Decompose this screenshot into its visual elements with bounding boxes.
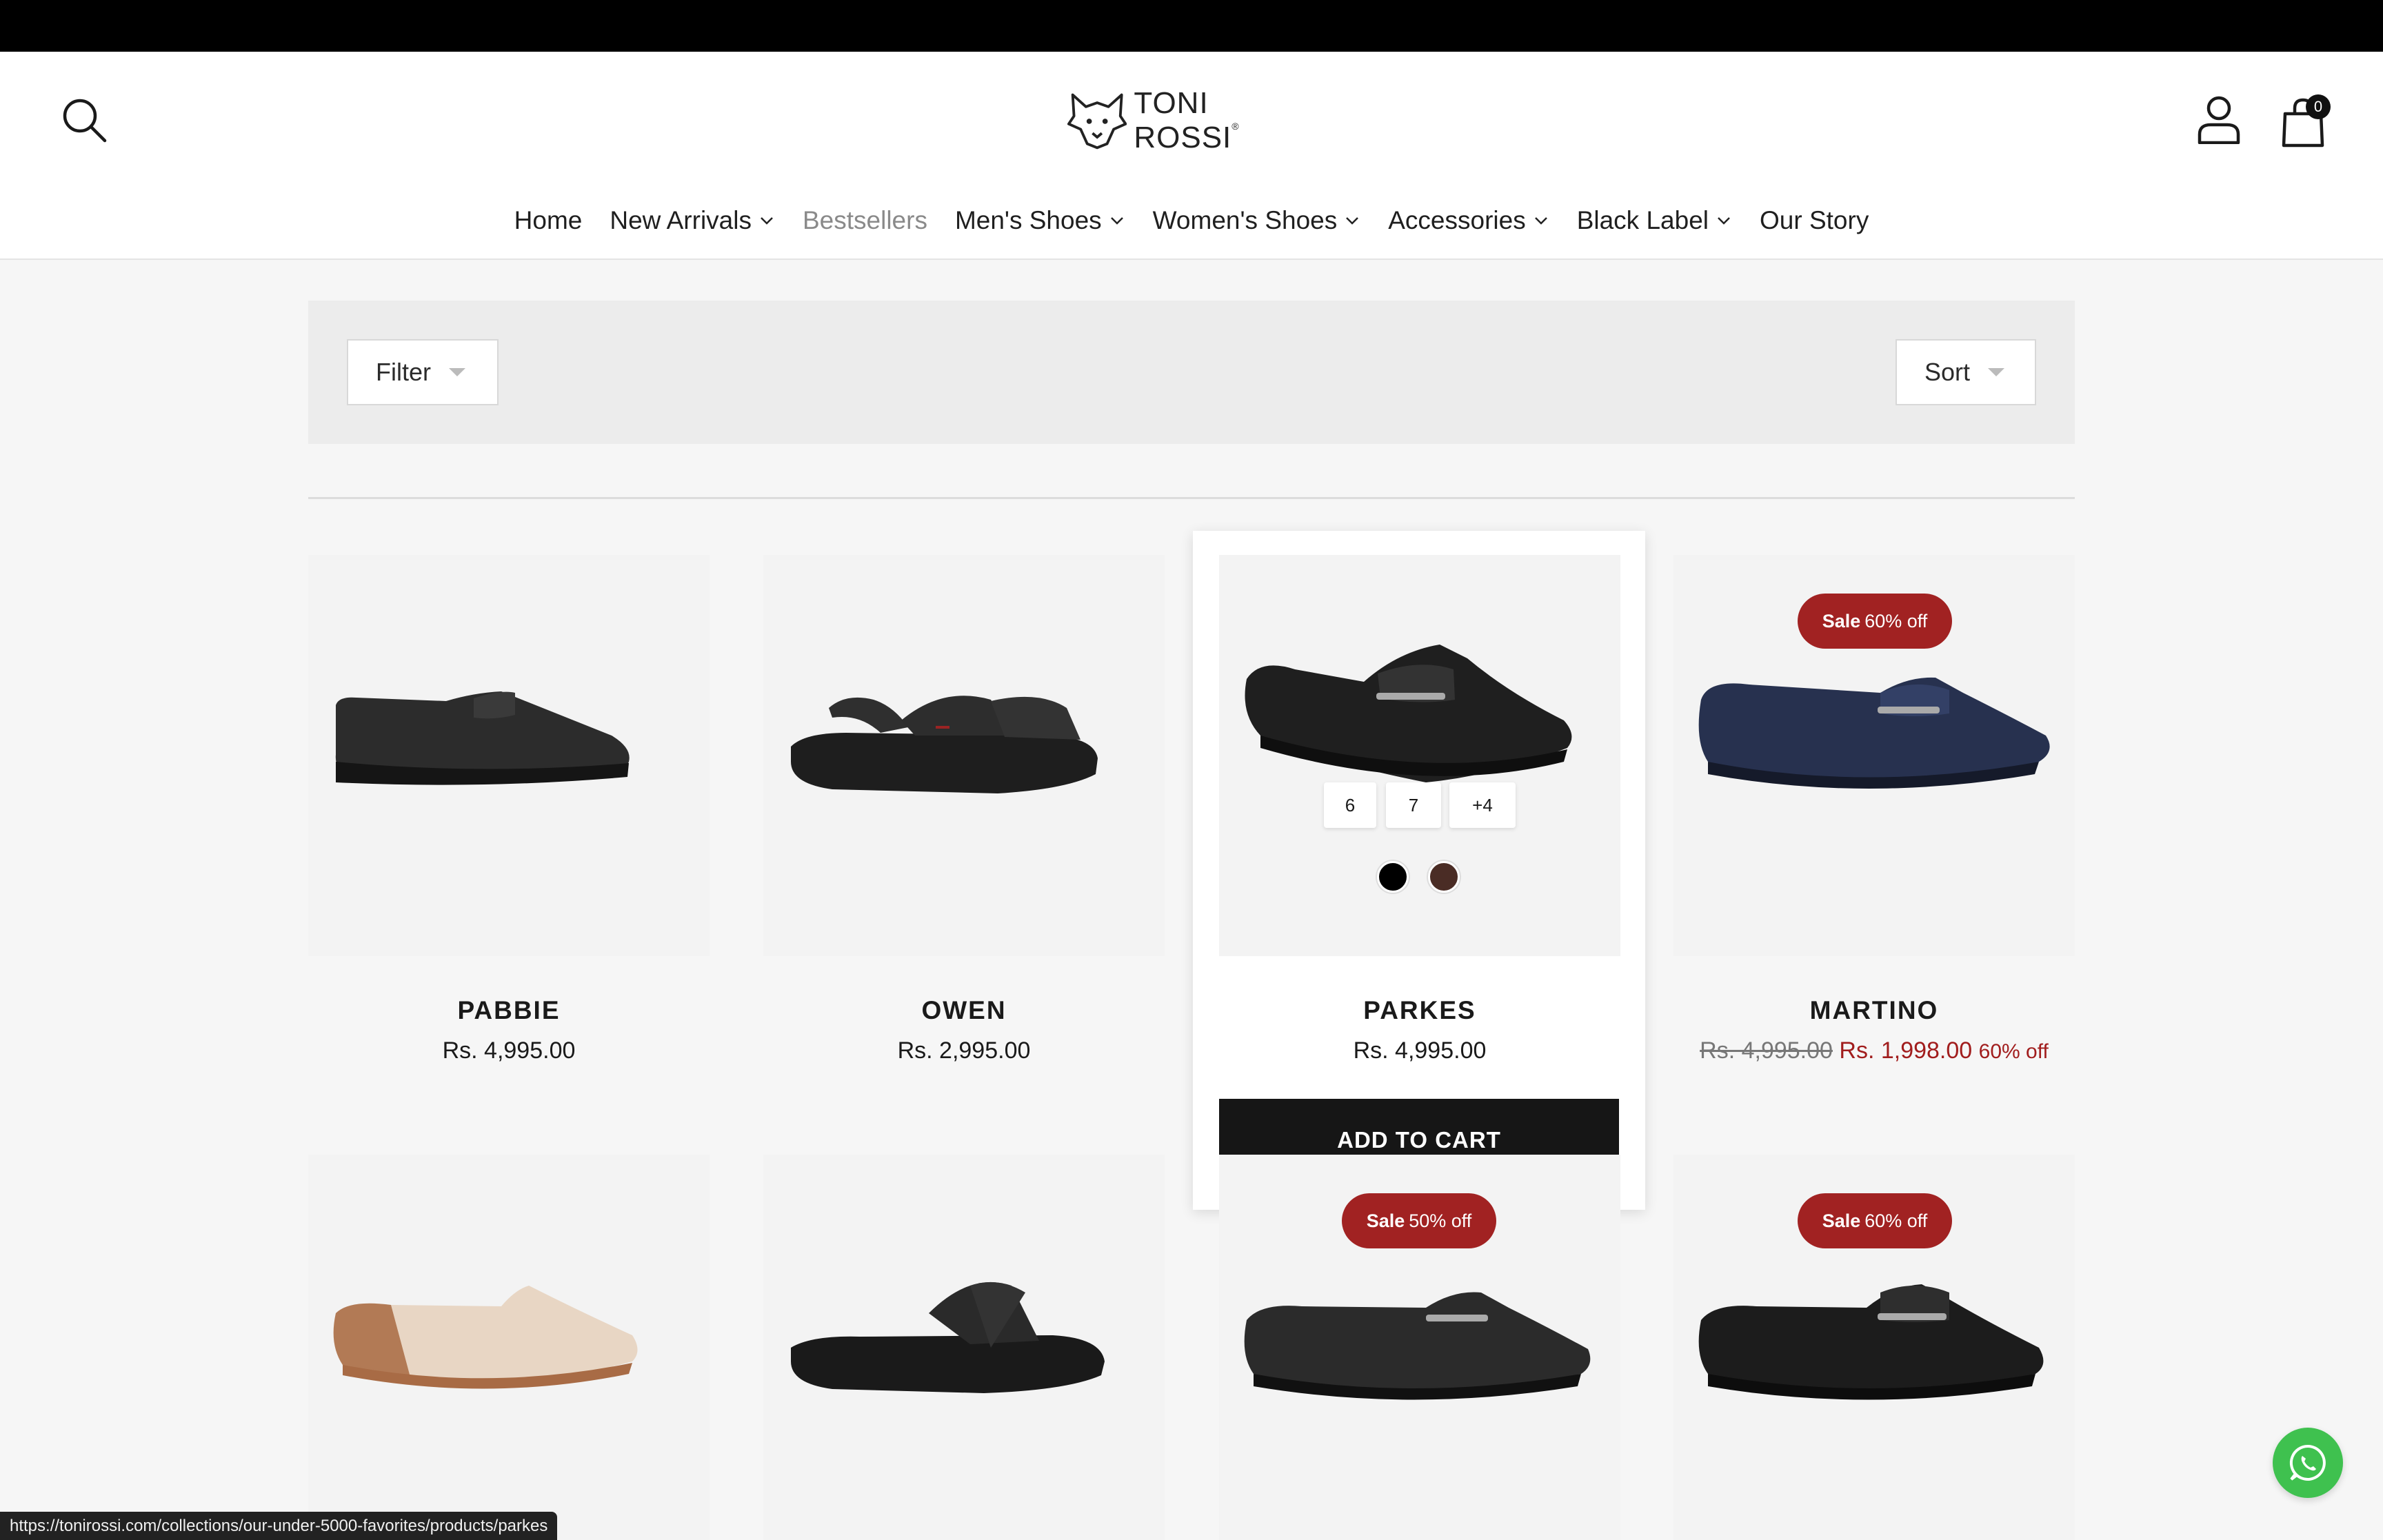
wolf-logo-icon bbox=[1067, 93, 1127, 149]
badge-discount: 50% off bbox=[1409, 1210, 1472, 1231]
size-label: +4 bbox=[1472, 794, 1493, 815]
nav-label: Home bbox=[514, 206, 583, 234]
cart-button[interactable]: 0 bbox=[2281, 94, 2331, 148]
nav-mens-shoes[interactable]: Men's Shoes bbox=[941, 206, 1139, 235]
nav-label: Our Story bbox=[1760, 206, 1869, 234]
badge-sale-label: Sale bbox=[1366, 1210, 1405, 1231]
product-title[interactable]: OWEN bbox=[763, 996, 1165, 1025]
nav-label: New Arrivals bbox=[610, 206, 752, 234]
chevron-down-icon bbox=[1110, 217, 1123, 225]
product-image[interactable] bbox=[1219, 555, 1620, 956]
nav-new-arrivals[interactable]: New Arrivals bbox=[596, 206, 789, 235]
sort-dropdown[interactable]: Sort bbox=[1896, 339, 2036, 405]
cart-count-badge: 0 bbox=[2306, 94, 2331, 119]
product-title[interactable]: PABBIE bbox=[308, 996, 710, 1025]
nav-label: Women's Shoes bbox=[1152, 206, 1338, 234]
badge-sale-label: Sale bbox=[1822, 1210, 1861, 1231]
nav-accessories[interactable]: Accessories bbox=[1374, 206, 1562, 235]
whatsapp-chat-button[interactable] bbox=[2273, 1428, 2343, 1498]
sale-badge: Sale 50% off bbox=[1342, 1193, 1496, 1248]
caret-down-icon bbox=[1988, 368, 2005, 376]
sort-label: Sort bbox=[1924, 358, 1971, 386]
product-price: Rs. 4,995.00 Rs. 1,998.00 60% off bbox=[1646, 1037, 2102, 1064]
product-image[interactable] bbox=[308, 555, 710, 956]
product-title[interactable]: PARKES bbox=[1219, 996, 1620, 1025]
nav-label: Bestsellers bbox=[802, 206, 927, 234]
divider bbox=[308, 497, 2075, 499]
size-label: 7 bbox=[1408, 794, 1419, 815]
product-price: Rs. 4,995.00 bbox=[442, 1037, 576, 1064]
product-title[interactable]: MARTINO bbox=[1673, 996, 2075, 1025]
nav-label: Men's Shoes bbox=[954, 206, 1102, 234]
product-price: Rs. 4,995.00 bbox=[1353, 1037, 1487, 1064]
announcement-bar bbox=[0, 0, 2383, 52]
brand-logo[interactable]: TONI ROSSI® bbox=[1067, 85, 1316, 154]
badge-discount: 60% off bbox=[1864, 610, 1928, 631]
registered-mark: ® bbox=[1231, 120, 1240, 132]
nav-our-story[interactable]: Our Story bbox=[1746, 206, 1882, 235]
sale-badge: Sale 60% off bbox=[1798, 1193, 1952, 1248]
search-icon[interactable] bbox=[61, 97, 109, 145]
collection-toolbar: Filter Sort bbox=[308, 301, 2075, 444]
filter-dropdown[interactable]: Filter bbox=[347, 339, 499, 405]
chevron-down-icon bbox=[761, 217, 773, 225]
nav-black-label[interactable]: Black Label bbox=[1563, 206, 1746, 235]
product-price: Rs. 2,995.00 bbox=[897, 1037, 1031, 1064]
color-swatch-brown[interactable] bbox=[1428, 861, 1460, 893]
size-option-6[interactable]: 6 bbox=[1324, 782, 1376, 828]
main-nav: Home New Arrivals Bestsellers Men's Shoe… bbox=[0, 196, 2383, 245]
nav-label: Black Label bbox=[1576, 206, 1709, 234]
sale-badge: Sale 60% off bbox=[1798, 594, 1952, 649]
sale-price: Rs. 1,998.00 bbox=[1839, 1037, 1973, 1064]
badge-sale-label: Sale bbox=[1822, 610, 1861, 631]
nav-home[interactable]: Home bbox=[501, 206, 596, 235]
logo-text: TONI ROSSI bbox=[1134, 85, 1232, 154]
discount-text: 60% off bbox=[1978, 1040, 2049, 1063]
size-option-more[interactable]: +4 bbox=[1449, 782, 1516, 828]
site-header: TONI ROSSI® 0 Home New Arrivals Bestsell… bbox=[0, 52, 2383, 260]
chevron-down-icon bbox=[1534, 217, 1547, 225]
chevron-down-icon bbox=[1718, 217, 1730, 225]
filter-label: Filter bbox=[376, 358, 431, 386]
product-image[interactable] bbox=[308, 1155, 710, 1540]
product-image[interactable] bbox=[763, 1155, 1165, 1540]
nav-bestsellers[interactable]: Bestsellers bbox=[789, 206, 941, 235]
size-option-7[interactable]: 7 bbox=[1386, 782, 1441, 828]
account-icon[interactable] bbox=[2197, 94, 2241, 145]
size-label: 6 bbox=[1345, 794, 1356, 815]
chevron-down-icon bbox=[1346, 217, 1359, 225]
badge-discount: 60% off bbox=[1864, 1210, 1928, 1231]
nav-label: Accessories bbox=[1388, 206, 1526, 234]
nav-womens-shoes[interactable]: Women's Shoes bbox=[1139, 206, 1375, 235]
color-swatch-black[interactable] bbox=[1377, 861, 1409, 893]
caret-down-icon bbox=[449, 368, 465, 376]
compare-price: Rs. 4,995.00 bbox=[1700, 1037, 1833, 1064]
whatsapp-icon bbox=[2289, 1444, 2326, 1481]
product-image[interactable] bbox=[763, 555, 1165, 956]
browser-status-url: https://tonirossi.com/collections/our-un… bbox=[0, 1512, 558, 1540]
